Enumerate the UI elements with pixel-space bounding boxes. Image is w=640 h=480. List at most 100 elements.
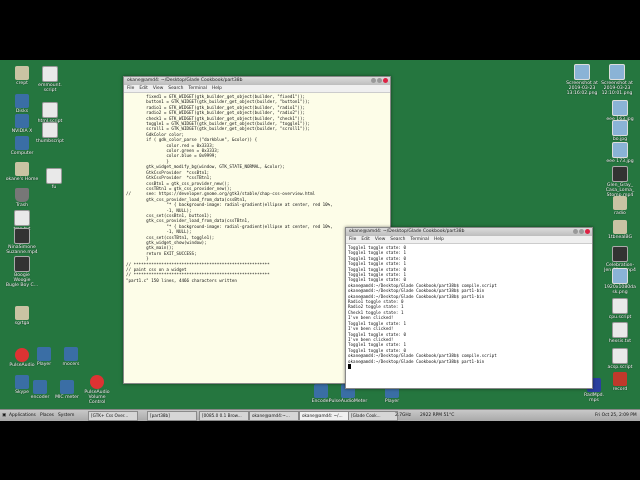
doc-icon bbox=[42, 66, 58, 82]
video-icon bbox=[612, 246, 628, 262]
menu-terminal[interactable]: Terminal bbox=[410, 237, 429, 242]
doc-icon bbox=[612, 298, 628, 314]
boogie-woogie-icon[interactable]: Boogie Woogie Bugle Boy C... bbox=[0, 256, 44, 289]
cpu-script-icon[interactable]: cpu.script bbox=[598, 298, 640, 320]
minimize-icon[interactable] bbox=[573, 229, 578, 234]
text-cursor bbox=[348, 364, 351, 370]
taskbar-button[interactable]: [part38b] bbox=[147, 411, 197, 421]
img-icon bbox=[612, 268, 628, 284]
taskbar-button[interactable]: okane@amd4: ~/... bbox=[299, 411, 349, 421]
img-icon bbox=[612, 120, 628, 136]
desktop-icon-label: 1920x1080da sk.png bbox=[604, 285, 636, 296]
bottom-panel: ▣ Applications Places System [GTK+ Css O… bbox=[0, 409, 640, 421]
menu-places[interactable]: Places bbox=[40, 410, 54, 421]
menu-file[interactable]: File bbox=[127, 86, 134, 91]
tabnealbg-icon[interactable]: 1tbnealBG bbox=[598, 220, 640, 240]
pulseaudio-volume-control-icon[interactable]: PulseAudio Volume Control bbox=[75, 375, 119, 406]
app-icon bbox=[15, 136, 29, 150]
nina-simone-icon[interactable]: NinaSimone Suzanne.mp4 bbox=[0, 228, 44, 255]
desktop: creptemmount. scriptDiskshtml.scriptNVID… bbox=[0, 60, 640, 420]
sgrtga-icon[interactable]: sgrtga bbox=[0, 306, 44, 326]
menu-terminal[interactable]: Terminal bbox=[188, 86, 207, 91]
glen-gray-icon[interactable]: Glen_Gray_ Casa_Loma_ Stomp.mp4 bbox=[598, 166, 640, 199]
terminal-menubar: File Edit View Search Terminal Help bbox=[346, 236, 592, 244]
folder-icon bbox=[613, 196, 627, 210]
desktop-icon-label: NinaSimone Suzanne.mp4 bbox=[6, 245, 38, 256]
bojpg-icon[interactable]: bo.jpg bbox=[598, 120, 640, 142]
eee173-icon[interactable]: eee 173.jpg bbox=[598, 142, 640, 164]
menu-help[interactable]: Help bbox=[212, 86, 222, 91]
desktop-icon-label: cpu.script bbox=[608, 315, 632, 320]
app-icon bbox=[15, 94, 29, 108]
terminal-window[interactable]: okane@amd4: ~/Desktop/Glade Cookbook/par… bbox=[345, 227, 593, 389]
img-icon bbox=[612, 142, 628, 158]
computer-icon[interactable]: Computer bbox=[0, 136, 44, 156]
doc-icon bbox=[612, 348, 628, 364]
menu-search[interactable]: Search bbox=[390, 237, 405, 242]
desktop-icon-label: hexsis.txt bbox=[608, 339, 632, 344]
desktop-icon-label: eee 173.jpg bbox=[606, 159, 634, 164]
start-icon[interactable]: ▣ bbox=[2, 410, 6, 421]
desktop-icon-label: sgrtga bbox=[14, 321, 30, 326]
eee163-icon[interactable]: eee 163.jpg bbox=[598, 100, 640, 122]
desktop-icon-label: emmount. script bbox=[38, 83, 62, 94]
folder-icon bbox=[15, 306, 29, 320]
doc-icon bbox=[42, 102, 58, 118]
menu-help[interactable]: Help bbox=[434, 237, 444, 242]
sound-icon bbox=[90, 375, 104, 389]
trash-icon bbox=[15, 188, 29, 202]
doc-icon bbox=[612, 322, 628, 338]
wallpaper-icon[interactable]: 1920x1080da sk.png bbox=[598, 268, 640, 295]
app-icon bbox=[60, 380, 74, 394]
video-icon bbox=[14, 256, 30, 272]
maximize-icon[interactable] bbox=[377, 78, 382, 83]
taskbar-button[interactable]: [Glade Cook... bbox=[348, 411, 398, 421]
terminal-title: okane@amd4: ~/Desktop/Glade Cookbook/par… bbox=[349, 229, 465, 234]
maximize-icon[interactable] bbox=[579, 229, 584, 234]
menu-view[interactable]: View bbox=[153, 86, 163, 91]
fu-icon[interactable]: fu bbox=[32, 168, 76, 190]
terminal-titlebar[interactable]: okane@amd4: ~/Desktop/Glade Cookbook/par… bbox=[346, 228, 592, 236]
screenshot-2-icon[interactable]: Screenshot at 2019-03-23 12:10:01.png bbox=[595, 64, 639, 97]
terminal-output[interactable]: Toggle1 toggle state: 0 Toggle1 toggle st… bbox=[346, 244, 592, 388]
desktop-icon-label: Player bbox=[384, 399, 400, 404]
hexsis-icon[interactable]: hexsis.txt bbox=[598, 322, 640, 344]
desktop-icon-label: PulseAudioMeter bbox=[328, 399, 368, 404]
mocers-icon[interactable]: mocers bbox=[49, 347, 93, 367]
close-icon[interactable] bbox=[383, 78, 388, 83]
radio-icon[interactable]: radio bbox=[598, 196, 640, 216]
menu-file[interactable]: File bbox=[349, 237, 356, 242]
menu-system[interactable]: System bbox=[58, 410, 74, 421]
system-stats: 2922 RPM 51°C bbox=[420, 413, 455, 418]
close-icon[interactable] bbox=[585, 229, 590, 234]
taskbar-button[interactable]: [0085.0 0.1 Brow... bbox=[199, 411, 249, 421]
emmount-script-icon[interactable]: emmount. script bbox=[28, 66, 72, 93]
trash-icon[interactable]: Trash bbox=[0, 188, 44, 208]
taskbar-button[interactable]: [GTK+ Css Over... bbox=[88, 411, 138, 421]
desktop-icon-label: Trash bbox=[15, 203, 29, 208]
app-icon bbox=[15, 114, 29, 128]
editor-menubar: File Edit View Search Terminal Help bbox=[124, 85, 390, 93]
desktop-icon-label: 1tbnealBG bbox=[607, 235, 633, 240]
folder-icon bbox=[613, 220, 627, 234]
img-icon bbox=[612, 100, 628, 116]
menu-view[interactable]: View bbox=[375, 237, 385, 242]
cpu-frequency: 2.7GHz bbox=[395, 413, 411, 418]
acsp-script-icon[interactable]: acsp.script bbox=[598, 348, 640, 370]
menu-edit[interactable]: Edit bbox=[139, 86, 148, 91]
doc-icon bbox=[42, 122, 58, 138]
desktop-icon-label: RadMpd. mps bbox=[583, 393, 605, 404]
menu-applications[interactable]: Applications bbox=[9, 410, 36, 421]
desktop-icon-label: radio bbox=[614, 211, 626, 216]
video-icon bbox=[14, 228, 30, 244]
menu-search[interactable]: Search bbox=[168, 86, 183, 91]
text-line: okane@amd4:~/Desktop/Glade Cookbook/part… bbox=[348, 358, 485, 364]
menu-edit[interactable]: Edit bbox=[361, 237, 370, 242]
clock[interactable]: Fri Oct 25, 2:09 PM bbox=[595, 410, 637, 421]
minimize-icon[interactable] bbox=[371, 78, 376, 83]
taskbar-button[interactable]: okane@amd4:~... bbox=[249, 411, 299, 421]
desktop-icon-label: mocers bbox=[62, 362, 80, 367]
folder-icon bbox=[15, 66, 29, 80]
editor-titlebar[interactable]: okane@amd4: ~/Desktop/Glade Cookbook/par… bbox=[124, 77, 390, 85]
desktop-icon-label: Screenshot at 2019-03-23 12:10:01.png bbox=[601, 81, 633, 97]
